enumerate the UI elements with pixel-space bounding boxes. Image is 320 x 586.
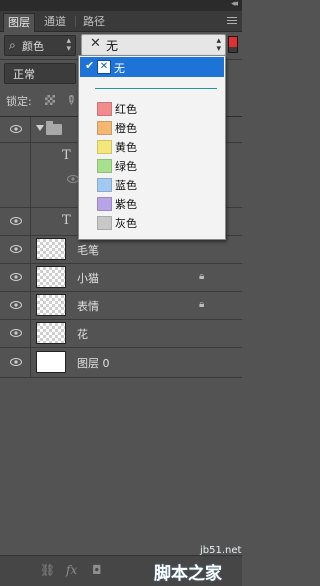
layer-thumbnail — [36, 351, 66, 373]
eye-icon[interactable] — [10, 358, 22, 366]
dropdown-item-purple[interactable]: 紫色 — [80, 194, 224, 212]
layer-name[interactable]: 图层 0 — [77, 355, 110, 371]
dropdown-item-red[interactable]: 红色 — [80, 99, 224, 117]
eye-icon[interactable] — [10, 125, 22, 133]
filter-kind-label: 颜色 — [22, 40, 44, 53]
color-swatch — [97, 216, 112, 230]
dropdown-item-label: 黄色 — [115, 141, 137, 154]
updown-arrows-icon: ▴ ▾ — [66, 36, 71, 54]
eye-icon[interactable] — [10, 329, 22, 337]
blend-mode-value: 正常 — [13, 68, 35, 81]
watermark-site: jb51.net — [200, 545, 242, 556]
folder-icon — [46, 121, 62, 135]
lock-icon: 🔒︎ — [199, 271, 205, 282]
color-swatch — [97, 197, 112, 211]
color-swatch — [97, 159, 112, 173]
layer-row[interactable]: 表情 🔒︎ — [0, 291, 242, 320]
filter-toggle-switch[interactable] — [228, 36, 238, 53]
layer-thumbnail — [36, 238, 66, 260]
layer-name[interactable]: 表情 — [77, 298, 99, 314]
layer-thumbnail — [36, 322, 66, 344]
tab-layers[interactable]: 图层 — [3, 13, 35, 32]
none-x-icon: ✕ — [97, 60, 111, 74]
eye-column — [0, 142, 31, 207]
filter-color-value: 无 — [106, 39, 119, 53]
none-x-icon: ✕ — [90, 36, 101, 51]
dropdown-item-gray[interactable]: 灰色 — [80, 213, 224, 231]
layer-name[interactable]: 小猫 — [77, 270, 99, 286]
color-filter-dropdown: ✔ ✕ 无 红色 橙色 黄色 绿色 蓝色 紫色 灰色 — [78, 55, 226, 240]
lock-icon: 🔒︎ — [199, 299, 205, 310]
eye-icon[interactable] — [10, 301, 22, 309]
dropdown-item-yellow[interactable]: 黄色 — [80, 137, 224, 155]
layer-name[interactable]: 花 — [77, 326, 88, 342]
tab-divider — [75, 16, 76, 27]
filter-color-select[interactable]: ✕ 无 ▴ ▾ — [81, 34, 226, 56]
panel-menu-icon[interactable] — [227, 17, 237, 25]
color-swatch — [97, 102, 112, 116]
panel-tabs: 图层 通道 路径 — [0, 11, 242, 32]
color-swatch — [97, 178, 112, 192]
dropdown-item-label: 橙色 — [115, 122, 137, 135]
text-layer-icon: T — [62, 148, 71, 163]
tab-channels[interactable]: 通道 — [40, 13, 70, 31]
updown-arrows-icon: ▴ ▾ — [216, 36, 221, 54]
panel-top-bar: ◂◂ — [0, 0, 242, 11]
dropdown-item-orange[interactable]: 橙色 — [80, 118, 224, 136]
dropdown-item-green[interactable]: 绿色 — [80, 156, 224, 174]
dropdown-item-label: 红色 — [115, 103, 137, 116]
layer-thumbnail — [36, 294, 66, 316]
watermark-logo: 脚本之家 — [154, 564, 222, 584]
lock-label: 锁定: — [6, 95, 32, 108]
text-layer-icon: T — [62, 213, 71, 228]
eye-icon[interactable] — [10, 245, 22, 253]
dropdown-item-none[interactable]: ✔ ✕ 无 — [80, 57, 224, 77]
dropdown-item-blue[interactable]: 蓝色 — [80, 175, 224, 193]
lock-transparent-pixels-icon[interactable] — [45, 95, 55, 105]
link-icon[interactable]: ⛓ — [40, 563, 55, 577]
eye-icon[interactable] — [10, 273, 22, 281]
dropdown-item-label: 绿色 — [115, 160, 137, 173]
fx-icon[interactable]: fx — [66, 563, 77, 577]
checkmark-icon: ✔ — [85, 59, 95, 72]
dropdown-divider — [95, 88, 217, 89]
layer-filter-bar: ⌕ 颜色 ▴ ▾ ✕ 无 ▴ ▾ — [0, 31, 242, 57]
tab-paths[interactable]: 路径 — [79, 13, 109, 31]
dropdown-item-label: 无 — [114, 62, 125, 75]
eye-icon[interactable] — [10, 217, 22, 225]
layer-row[interactable]: 花 — [0, 319, 242, 348]
color-swatch — [97, 140, 112, 154]
dropdown-item-label: 蓝色 — [115, 179, 137, 192]
layer-thumbnail — [36, 266, 66, 288]
filter-kind-select[interactable]: ⌕ 颜色 ▴ ▾ — [4, 35, 76, 56]
blend-mode-select[interactable]: 正常 — [4, 63, 76, 84]
layer-row[interactable]: 小猫 🔒︎ — [0, 263, 242, 292]
collapse-icon[interactable]: ◂◂ — [231, 0, 238, 9]
color-swatch — [97, 121, 112, 135]
layer-name[interactable]: 毛笔 — [77, 242, 99, 258]
mask-icon[interactable]: ◘ — [92, 563, 102, 577]
dropdown-item-label: 灰色 — [115, 217, 137, 230]
dropdown-item-label: 紫色 — [115, 198, 137, 211]
expand-triangle-icon[interactable] — [36, 125, 44, 131]
lock-image-pixels-icon[interactable]: ✎ — [63, 91, 80, 108]
search-icon: ⌕ — [9, 38, 16, 52]
layer-row[interactable]: 图层 0 — [0, 347, 242, 378]
